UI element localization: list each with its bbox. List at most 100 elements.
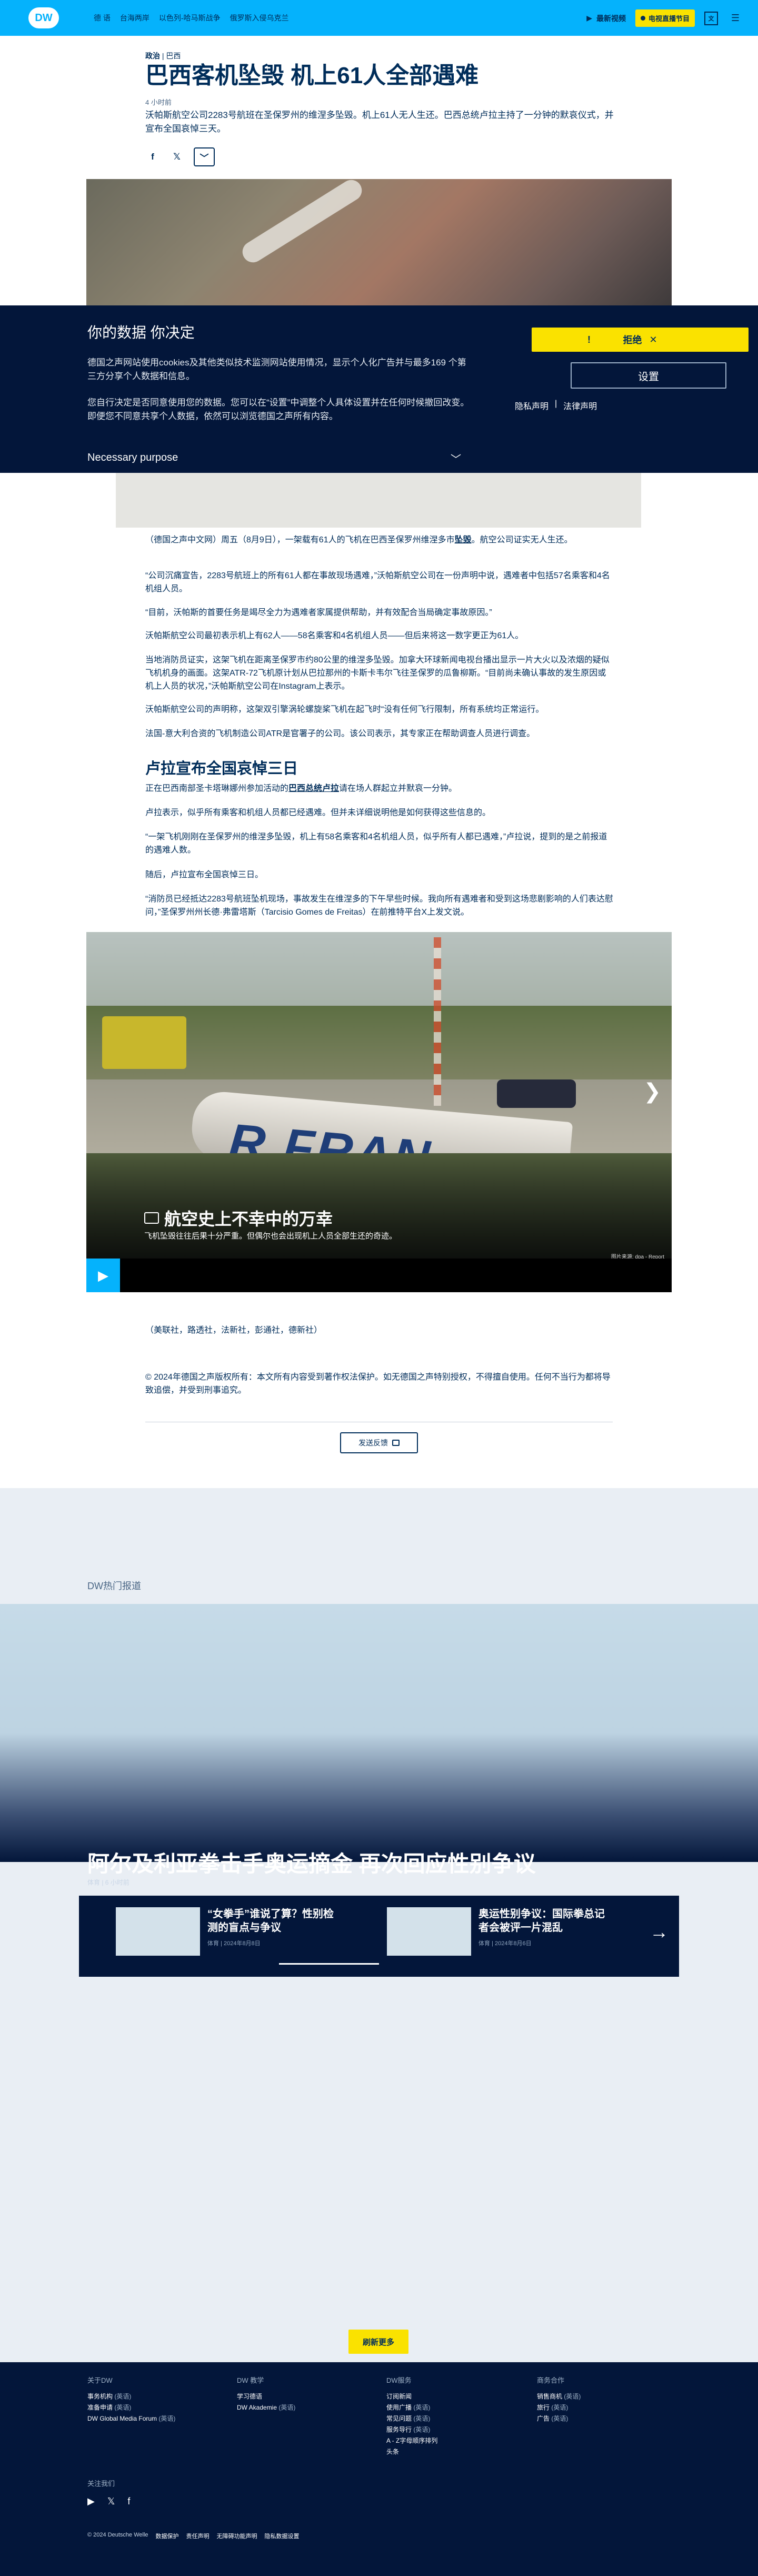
live-dot-icon: [640, 16, 645, 21]
gallery-truck: [102, 1016, 186, 1069]
paragraph-4: 沃帕斯航空公司最初表示机上有62人——58名乘客和4名机组人员——但后来将这一数…: [145, 631, 524, 640]
breadcrumb-place[interactable]: 巴西: [166, 52, 181, 60]
reject-button[interactable]: ! 拒绝 ✕: [532, 328, 749, 352]
footer: 关于DW 事务机构 (英语) 准备申请 (英语) DW Global Media…: [0, 2362, 758, 2576]
footer-link[interactable]: 学习德语: [237, 2391, 295, 2402]
gallery-controls-bar: [86, 1259, 672, 1292]
paragraph-10: “一架飞机刚刚在圣保罗州的维涅多坠毁，机上有58名乘客和4名机组人员，似乎所有人…: [145, 833, 607, 855]
trending-hero-image[interactable]: [0, 1604, 758, 1862]
footer-link[interactable]: 旅行 (英语): [537, 2402, 581, 2413]
gallery-subtitle: 飞机坠毁往往后果十分严重。但偶尔也会出现机上人员全部生还的奇迹。: [144, 1232, 397, 1241]
card-title: “女拳手”谁说了算？性别检测的盲点与争议 体育 | 2024年8月8日: [207, 1907, 339, 1956]
facebook-share-icon[interactable]: f: [145, 150, 160, 164]
privacy-settings-link[interactable]: 隐私数据设置: [265, 2532, 300, 2540]
privacy-link[interactable]: 隐私声明: [515, 399, 548, 412]
more-share-icon[interactable]: ﹀: [194, 147, 215, 166]
image-gallery[interactable]: R FRAN ❯ 航空史上不幸中的万幸 飞机坠毁往往后果十分严重。但偶尔也会出现…: [86, 932, 672, 1259]
disclaimer-link[interactable]: 责任声明: [186, 2532, 210, 2540]
trending-meta: 体育 | 6 小时前: [87, 1879, 129, 1886]
gallery-title-text: 航空史上不幸中的万幸: [164, 1210, 333, 1228]
footer-link[interactable]: 使用广播 (英语): [386, 2402, 437, 2413]
language-button[interactable]: 文: [704, 11, 718, 25]
article-timestamp: 4 小时前: [145, 98, 172, 106]
chevron-down-icon[interactable]: ﹀: [451, 451, 461, 466]
footer-link[interactable]: 服务导行 (英语): [386, 2424, 437, 2435]
hero-plane-shape: [238, 179, 366, 266]
nav-item-ukraine[interactable]: 俄罗斯入侵乌克兰: [230, 13, 289, 23]
subheading: 卢拉宣布全国哀悼三日: [145, 760, 298, 777]
privacy-link[interactable]: 数据保护: [156, 2532, 179, 2540]
footer-link[interactable]: 头条: [386, 2446, 437, 2458]
card-thumbnail: [116, 1907, 200, 1956]
footer-col-services: DW服务 订阅新闻 使用广播 (英语) 常见问题 (英语) 服务导行 (英语) …: [386, 2375, 437, 2458]
send-feedback-button[interactable]: 发送反馈: [340, 1432, 418, 1453]
load-more-button[interactable]: 刷新更多: [348, 2330, 408, 2354]
nav-item-taiwan[interactable]: 台海两岸: [120, 13, 149, 23]
inline-link[interactable]: 坠毁: [455, 536, 472, 544]
paragraph-9: 卢拉表示，似乎所有乘客和机组人员都已经遇难。但并未详细说明他是如何获得这些信息的…: [145, 808, 491, 817]
accessibility-link[interactable]: 无障碍功能声明: [217, 2532, 257, 2540]
necessary-purpose-toggle[interactable]: Necessary purpose: [87, 452, 178, 464]
latest-videos-link[interactable]: ▶ 最新视频: [586, 13, 626, 24]
paragraph-6: 沃帕斯航空公司的声明称，这架双引擎涡轮螺旋桨飞机在起飞时“没有任何飞行限制，所有…: [145, 705, 544, 714]
legal-link[interactable]: 法律声明: [563, 399, 597, 412]
footer-link[interactable]: 订阅新闻: [386, 2391, 437, 2402]
menu-icon[interactable]: ☰: [727, 11, 743, 26]
footer-col-heading: DW 教学: [237, 2376, 264, 2384]
footer-link[interactable]: A - Z字母顺序排列: [386, 2435, 437, 2446]
gallery-credit: 图片来源: dpa - Report: [611, 1254, 664, 1259]
breadcrumb-section[interactable]: 政治: [145, 52, 160, 60]
trending-label: DW热门报道: [87, 1581, 141, 1591]
copyright-notice: © 2024年德国之声版权所有：本文所有内容受到著作权法保护。如无德国之声特别授…: [145, 1373, 611, 1395]
dw-logo[interactable]: DW: [28, 7, 59, 28]
share-bar: f 𝕏 ﹀: [145, 147, 215, 166]
news-sources: （美联社，路透社，法新社，彭通社，德新社）: [145, 1326, 323, 1335]
youtube-icon[interactable]: ▶: [87, 2496, 95, 2507]
gallery-car: [497, 1079, 576, 1108]
reject-label: 拒绝: [623, 335, 642, 345]
x-share-icon[interactable]: 𝕏: [169, 150, 184, 164]
cookie-text-2: 您自行决定是否同意使用您的数据。您可以在“设置”中调整个人具体设置并在任何时候撤…: [87, 398, 470, 421]
paragraph-7: 法国-意大利合资的飞机制造公司ATR是官署子的公司。该公司表示，其专家正在帮助调…: [145, 729, 535, 738]
latest-videos-label: 最新视频: [596, 14, 626, 23]
cookie-consent-banner: 你的数据 你决定 德国之声网站使用cookies及其他类似技术监测网站使用情况，…: [0, 305, 758, 473]
card-title-text: 奥运性别争议：国际拳总记者会被评一片混乱: [478, 1908, 605, 1934]
nav-item-israel-hamas[interactable]: 以色列-哈马斯战争: [159, 13, 221, 23]
card-meta: 体育 | 2024年8月8日: [207, 1940, 261, 1947]
footer-link[interactable]: DW Global Media Forum (英语): [87, 2413, 175, 2424]
play-icon[interactable]: ▶: [86, 1259, 120, 1292]
inline-link[interactable]: 巴西总统卢拉: [288, 784, 339, 793]
x-icon[interactable]: 𝕏: [107, 2496, 115, 2507]
footer-col-heading: DW服务: [386, 2376, 412, 2384]
card-title-text: “女拳手”谁说了算？性别检测的盲点与争议: [207, 1908, 334, 1934]
nav-item-german[interactable]: 德 语: [94, 13, 111, 23]
footer-col-business: 商务合作 销售商机 (英语) 旅行 (英语) 广告 (英语): [537, 2375, 581, 2424]
footer-col-heading: 商务合作: [537, 2376, 565, 2384]
footer-link[interactable]: 常见问题 (英语): [386, 2413, 437, 2424]
trending-card[interactable]: “女拳手”谁说了算？性别检测的盲点与争议 体育 | 2024年8月8日: [116, 1907, 339, 1956]
trending-title[interactable]: 阿尔及利亚拳击手奥运摘金 再次回应性别争议: [87, 1846, 666, 1878]
paragraph-8: 正在巴西南部圣卡塔琳娜州参加活动的巴西总统卢拉请在场人群起立并默哀一分钟。: [145, 784, 457, 793]
settings-button[interactable]: 设置: [571, 362, 726, 389]
chevron-right-icon[interactable]: ❯: [643, 1079, 661, 1104]
hero-image: [86, 179, 672, 305]
card-title: 奥运性别争议：国际拳总记者会被评一片混乱 体育 | 2024年8月6日: [478, 1907, 610, 1956]
link-separator: |: [555, 399, 557, 408]
footer-link[interactable]: 广告 (英语): [537, 2413, 581, 2424]
paragraph-1: （德国之声中文网）周五（8月9日），一架载有61人的飞机在巴西圣保罗州维涅多市坠…: [145, 534, 614, 547]
arrow-right-icon[interactable]: →: [650, 1921, 669, 1943]
follow-us-label: 关注我们: [87, 2480, 115, 2488]
trending-cards: “女拳手”谁说了算？性别检测的盲点与争议 体育 | 2024年8月8日 奥运性别…: [79, 1896, 679, 1977]
trending-card[interactable]: 奥运性别争议：国际拳总记者会被评一片混乱 体育 | 2024年8月6日: [387, 1907, 610, 1956]
article-title: 巴西客机坠毁 机上61人全部遇难: [145, 63, 479, 88]
feedback-icon: [392, 1440, 400, 1446]
footer-link[interactable]: 准备申请 (英语): [87, 2402, 175, 2413]
footer-bottom-links: © 2024 Deutsche Welle 数据保护 责任声明 无障碍功能声明 …: [87, 2532, 300, 2540]
cookie-links: 隐私声明 | 法律声明: [515, 399, 597, 412]
live-tv-button[interactable]: 电视直播节目: [635, 9, 695, 27]
facebook-icon[interactable]: f: [127, 2496, 130, 2507]
footer-link[interactable]: 销售商机 (英语): [537, 2391, 581, 2402]
top-right-actions: ▶ 最新视频 电视直播节目 文 ☰: [586, 9, 743, 27]
footer-link[interactable]: 事务机构 (英语): [87, 2391, 175, 2402]
footer-link[interactable]: DW Akademie (英语): [237, 2402, 295, 2413]
